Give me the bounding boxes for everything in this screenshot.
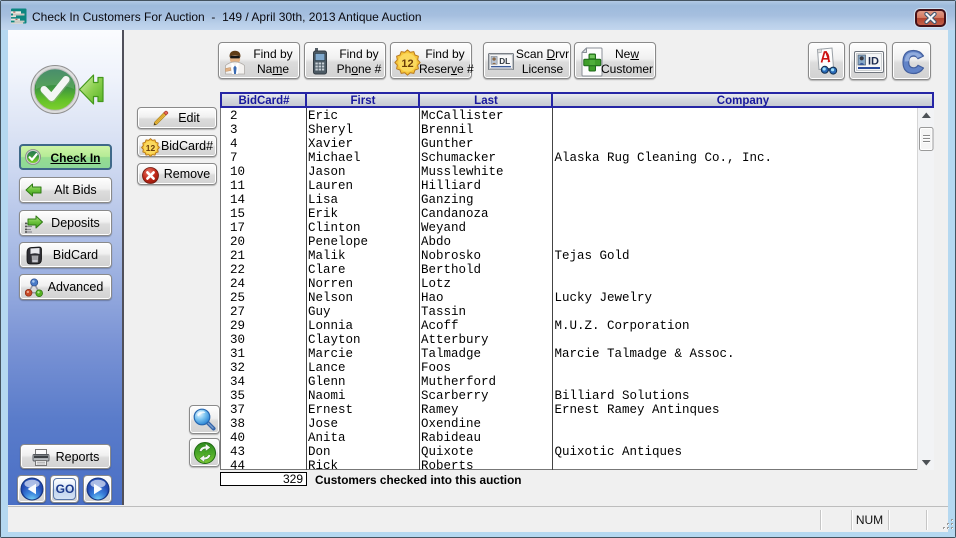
svg-text:DL: DL: [499, 57, 510, 66]
svg-text:12: 12: [401, 58, 413, 70]
svg-text:ID: ID: [868, 56, 879, 68]
